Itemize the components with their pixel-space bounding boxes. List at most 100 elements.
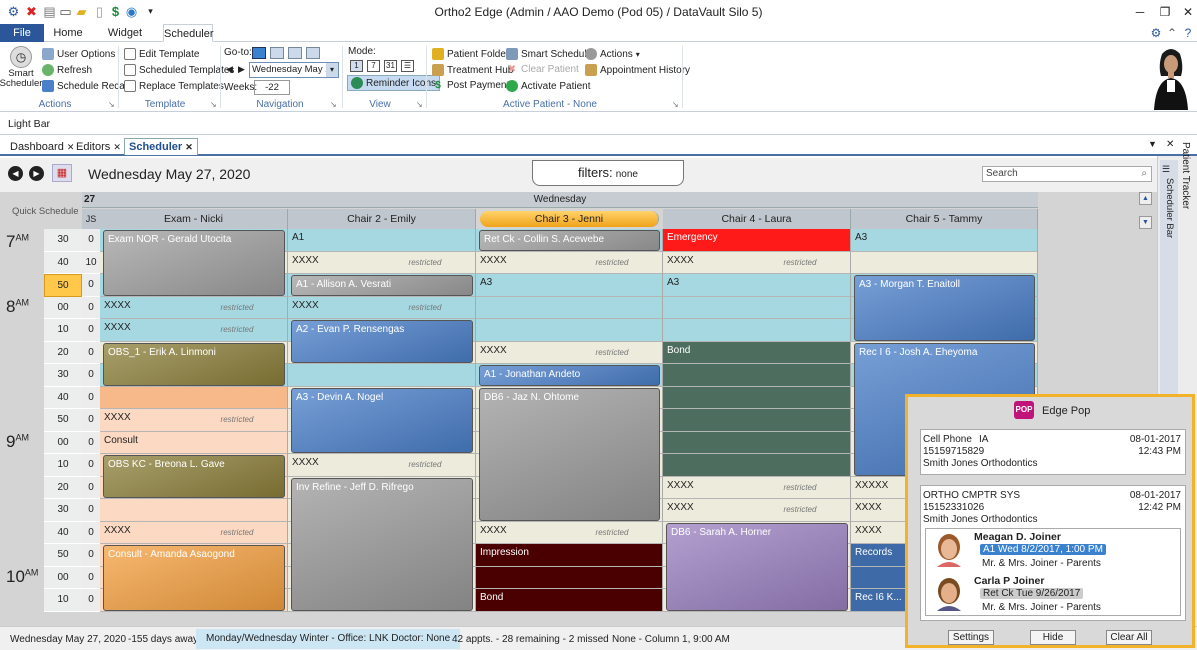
settings-gear-icon[interactable]: ⚙ — [1148, 25, 1164, 41]
appointment-block[interactable]: A3 - Morgan T. Enaitoll — [854, 275, 1035, 341]
post-payment-button[interactable]: $ Post Payment — [432, 80, 509, 91]
patient-appointment[interactable]: Ret Ck Tue 9/26/2017 — [980, 588, 1084, 599]
schedule-slot[interactable]: XXXX restricted — [476, 251, 663, 274]
tab-home[interactable]: Home — [48, 24, 88, 42]
appointment-history-button[interactable]: Appointment History — [585, 64, 690, 76]
minute-label[interactable]: 00 — [44, 566, 82, 589]
column-header[interactable]: Exam - Nicki — [100, 209, 288, 229]
schedule-slot[interactable]: Emergency — [663, 229, 851, 252]
schedule-slot[interactable]: XXXX restricted — [476, 521, 663, 544]
settings-button[interactable]: Settings — [948, 630, 994, 645]
schedule-slot[interactable]: XXXX restricted — [476, 341, 663, 364]
schedule-slot[interactable]: XXXX restricted — [288, 251, 476, 274]
minute-label[interactable]: 40 — [44, 386, 82, 409]
schedule-slot[interactable]: XXXX restricted — [663, 476, 851, 499]
appointment-block[interactable]: DB6 - Jaz N. Ohtome — [479, 387, 660, 521]
minute-label[interactable]: 40 — [44, 251, 82, 274]
schedule-slot[interactable] — [100, 386, 288, 409]
schedule-slot[interactable] — [476, 296, 663, 319]
patient-item[interactable]: Carla P Joiner Ret Ck Tue 9/26/2017 Mr. … — [926, 573, 1180, 617]
view-launcher-icon[interactable]: ↘ — [416, 100, 423, 109]
patient-folder-button[interactable]: Patient Folder — [432, 48, 509, 60]
edit-template-button[interactable]: Edit Template — [124, 48, 199, 60]
schedule-slot[interactable]: XXXX restricted — [663, 251, 851, 274]
schedule-slot[interactable] — [476, 319, 663, 342]
clear-patient-button[interactable]: ✖ Clear Patient — [506, 64, 579, 75]
appointment-block[interactable]: Inv Refine - Jeff D. Rifrego — [291, 477, 473, 611]
scroll-down-icon[interactable]: ▼ — [1139, 216, 1152, 229]
appointment-block[interactable]: Ret Ck - Collin S. Acewebe — [479, 230, 660, 251]
schedule-slot[interactable]: XXXX restricted — [100, 409, 288, 432]
minute-label[interactable]: 20 — [44, 476, 82, 499]
call-card[interactable]: Cell Phone IA 08-01-2017 15159715829 12:… — [920, 429, 1186, 475]
schedule-slot[interactable]: Impression — [476, 544, 663, 567]
activate-patient-button[interactable]: Activate Patient — [506, 80, 590, 92]
schedule-recall-button[interactable]: Schedule Recall — [42, 80, 129, 92]
schedule-slot[interactable]: A3 — [851, 229, 1038, 252]
minute-label[interactable]: 00 — [44, 296, 82, 319]
light-bar-label[interactable]: Light Bar — [8, 118, 50, 130]
user-options-button[interactable]: User Options — [42, 48, 115, 60]
column-header[interactable]: Chair 5 - Tammy — [851, 209, 1038, 229]
actions-launcher-icon[interactable]: ↘ — [108, 100, 115, 109]
call-card[interactable]: ORTHO CMPTR SYS 08-01-2017 15152331026 1… — [920, 485, 1186, 621]
tab-widget-library[interactable]: Widget Library — [90, 24, 160, 57]
schedule-slot[interactable] — [663, 431, 851, 454]
appointment-block[interactable]: Consult - Amanda Asaogond — [103, 545, 285, 611]
collapse-ribbon-icon[interactable]: ⌃ — [1164, 25, 1180, 41]
column-header[interactable]: Chair 2 - Emily — [288, 209, 476, 229]
schedule-slot[interactable]: XXXX restricted — [100, 521, 288, 544]
tab-scheduler-doc[interactable]: Scheduler ✕ — [124, 138, 198, 155]
schedule-slot[interactable]: Bond — [476, 589, 663, 612]
schedule-slot[interactable]: XXXX restricted — [288, 454, 476, 477]
navigation-launcher-icon[interactable]: ↘ — [330, 100, 337, 109]
scroll-up-icon[interactable]: ▲ — [1139, 192, 1152, 205]
patient-item[interactable]: Meagan D. Joiner A1 Wed 8/2/2017, 1:00 P… — [926, 529, 1180, 573]
tab-list-icon[interactable]: ▼ — [1148, 139, 1157, 149]
tab-editors[interactable]: Editors ✕ — [72, 139, 125, 156]
prev-date-icon[interactable]: ◀ — [226, 64, 233, 75]
minute-label[interactable]: 10 — [44, 319, 82, 342]
next-day-icon[interactable]: ▶ — [29, 166, 44, 181]
mode-list-icon[interactable]: ☰ — [401, 60, 414, 72]
schedule-slot[interactable]: A1 — [288, 229, 476, 252]
active-patient-launcher-icon[interactable]: ↘ — [672, 100, 679, 109]
minute-label[interactable]: 20 — [44, 341, 82, 364]
schedule-slot[interactable]: A3 — [663, 274, 851, 297]
minute-label[interactable]: 10 — [44, 454, 82, 477]
schedule-slot[interactable] — [663, 409, 851, 432]
minute-label[interactable]: 30 — [44, 364, 82, 387]
schedule-slot[interactable] — [476, 566, 663, 589]
maximize-icon[interactable]: ❐ — [1157, 4, 1173, 20]
schedule-slot[interactable] — [100, 499, 288, 522]
appointment-block[interactable]: A1 - Jonathan Andeto — [479, 365, 660, 386]
minute-label[interactable]: 50 — [44, 409, 82, 432]
schedule-slot[interactable] — [663, 454, 851, 477]
clear-all-button[interactable]: Clear All — [1106, 630, 1152, 645]
template-launcher-icon[interactable]: ↘ — [210, 100, 217, 109]
appointment-block[interactable]: A3 - Devin A. Nogel — [291, 387, 473, 453]
schedule-slot[interactable]: XXXX restricted — [100, 319, 288, 342]
goto-date-field[interactable]: Wednesday May 27 ▾ — [249, 62, 339, 78]
minute-label[interactable]: 30 — [44, 229, 82, 252]
help-icon[interactable]: ? — [1180, 25, 1196, 41]
actions-dropdown-button[interactable]: Actions ▾ — [585, 48, 640, 60]
schedule-slot[interactable]: Consult — [100, 431, 288, 454]
appointment-block[interactable]: OBS_1 - Erik A. Linmoni — [103, 342, 285, 386]
prev-day-icon[interactable]: ◀ — [8, 166, 23, 181]
minute-label[interactable]: 40 — [44, 521, 82, 544]
replace-templates-button[interactable]: Replace Templates — [124, 80, 224, 92]
treatment-hub-button[interactable]: Treatment Hub — [432, 64, 513, 76]
search-input[interactable]: Search ⌕ — [982, 166, 1152, 182]
minute-label[interactable]: 30 — [44, 499, 82, 522]
minute-label[interactable]: 50 — [44, 544, 82, 567]
schedule-slot[interactable] — [663, 319, 851, 342]
hide-button[interactable]: Hide — [1030, 630, 1076, 645]
schedule-slot[interactable] — [288, 364, 476, 387]
schedule-slot[interactable]: XXXX restricted — [663, 499, 851, 522]
schedule-slot[interactable]: Bond — [663, 341, 851, 364]
goto-day-icon[interactable] — [252, 47, 266, 59]
close-icon[interactable]: ✕ — [1180, 4, 1196, 20]
quick-schedule-label[interactable]: Quick Schedule — [12, 206, 79, 217]
appointment-block[interactable]: Exam NOR - Gerald Utocita — [103, 230, 285, 296]
